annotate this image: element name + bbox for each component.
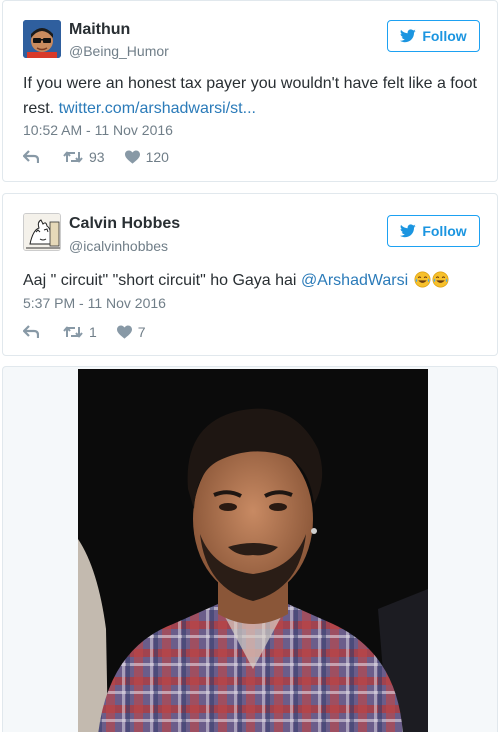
- tears-of-joy-emoji-icon: [432, 271, 449, 288]
- retweet-button[interactable]: 1: [63, 324, 97, 340]
- twitter-bird-icon: [400, 29, 417, 43]
- heart-icon: [116, 325, 132, 339]
- like-count: 7: [137, 324, 146, 340]
- display-name[interactable]: Maithun: [69, 21, 130, 39]
- avatar[interactable]: [23, 213, 61, 251]
- like-button[interactable]: 7: [116, 324, 146, 340]
- reply-button[interactable]: [23, 150, 39, 164]
- tweet-link[interactable]: twitter.com/arshadwarsi/st...: [59, 100, 256, 117]
- tweet-text: Aaj " circuit" "short circuit" ho Gaya h…: [23, 268, 481, 293]
- like-count: 120: [145, 149, 169, 165]
- tweet-actions: 1 7: [23, 324, 146, 340]
- tweet-card: Maithun @Being_Humor Follow If you were …: [2, 0, 498, 182]
- like-button[interactable]: 120: [124, 149, 169, 165]
- retweet-count: 93: [89, 149, 105, 165]
- tweet-mention[interactable]: @ArshadWarsi: [301, 272, 408, 289]
- retweet-icon: [63, 326, 83, 338]
- follow-label: Follow: [422, 28, 467, 44]
- display-name[interactable]: Calvin Hobbes: [69, 215, 180, 233]
- tweet-text: If you were an honest tax payer you woul…: [23, 71, 481, 121]
- timestamp[interactable]: 5:37 PM - 11 Nov 2016: [23, 295, 166, 311]
- user-handle[interactable]: @icalvinhobbes: [69, 238, 168, 254]
- media-card: [2, 366, 498, 732]
- follow-button[interactable]: Follow: [387, 215, 480, 247]
- tweet-body: Aaj " circuit" "short circuit" ho Gaya h…: [23, 272, 301, 289]
- follow-button[interactable]: Follow: [387, 20, 480, 52]
- tweet-actions: 93 120: [23, 149, 169, 165]
- user-handle[interactable]: @Being_Humor: [69, 43, 169, 59]
- reply-icon: [23, 150, 39, 163]
- avatar[interactable]: [23, 20, 61, 58]
- tweet-photo[interactable]: [78, 369, 428, 732]
- tears-of-joy-emoji-icon: [414, 271, 431, 288]
- reply-button[interactable]: [23, 325, 39, 339]
- reply-icon: [23, 325, 39, 338]
- timestamp[interactable]: 10:52 AM - 11 Nov 2016: [23, 122, 173, 138]
- retweet-count: 1: [89, 324, 97, 340]
- twitter-bird-icon: [400, 224, 417, 238]
- heart-icon: [124, 150, 140, 164]
- follow-label: Follow: [422, 223, 467, 239]
- retweet-button[interactable]: 93: [63, 149, 105, 165]
- retweet-icon: [63, 151, 83, 163]
- tweet-card: Calvin Hobbes @icalvinhobbes Follow Aaj …: [2, 193, 498, 356]
